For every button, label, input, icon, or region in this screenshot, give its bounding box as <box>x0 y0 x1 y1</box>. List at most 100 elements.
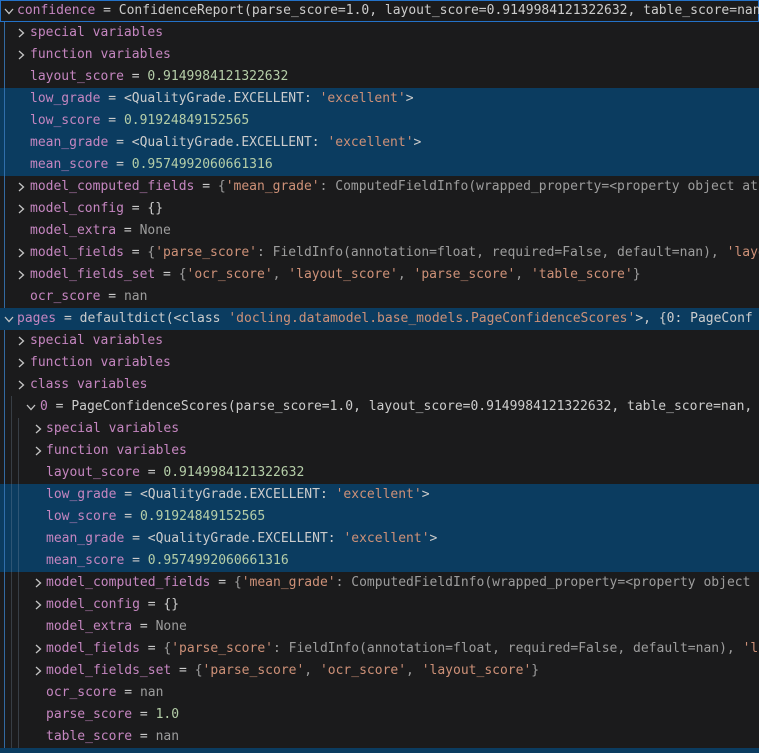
tree-row-parse_score[interactable]: parse_score = 1.0 <box>0 704 759 726</box>
chevron-down-icon[interactable] <box>1 311 17 327</box>
indent-guide <box>11 682 12 704</box>
chevron-down-icon[interactable] <box>23 399 39 415</box>
tree-row-ocr_score[interactable]: ocr_score = nan <box>0 286 759 308</box>
indent-guide <box>4 660 5 682</box>
chevron-right-icon[interactable] <box>30 663 46 679</box>
indent-guide <box>4 330 5 352</box>
row-content: model_extra = None <box>46 616 187 638</box>
tree-row-model_computed_fields[interactable]: model_computed_fields = {'mean_grade': C… <box>0 176 759 198</box>
tree-row-table_score[interactable]: table_score = nan <box>0 726 759 748</box>
tree-row-model_fields[interactable]: model_fields = {'parse_score': FieldInfo… <box>0 638 759 660</box>
variable-name: 0 <box>40 399 48 414</box>
row-content: pages = defaultdict(<class 'docling.data… <box>17 308 753 330</box>
chevron-right-icon[interactable] <box>13 47 29 63</box>
tree-row-layout_score[interactable]: layout_score = 0.9149984121322632 <box>0 462 759 484</box>
tree-row-partial[interactable] <box>0 748 759 753</box>
tree-row-specialvariables[interactable]: special variables <box>0 22 759 44</box>
row-content: model_fields = {'parse_score': FieldInfo… <box>30 242 759 264</box>
row-content: model_config = {} <box>46 594 179 616</box>
indent-guide <box>4 594 5 616</box>
tree-row-functionvariables[interactable]: function variables <box>0 44 759 66</box>
variable-name: mean_grade <box>30 135 108 150</box>
tree-row-low_grade[interactable]: low_grade = <QualityGrade.EXCELLENT: 'ex… <box>0 88 759 110</box>
variable-value-segment: 0.9149984121322632 <box>163 465 304 480</box>
indent-guide <box>4 66 5 88</box>
chevron-right-icon[interactable] <box>13 25 29 41</box>
indent-guide <box>4 638 5 660</box>
variable-name: low_grade <box>30 91 100 106</box>
row-content: class variables <box>30 374 147 396</box>
tree-row-model_config[interactable]: model_config = {} <box>0 198 759 220</box>
tree-row-model_extra[interactable]: model_extra = None <box>0 616 759 638</box>
chevron-right-icon[interactable] <box>30 443 46 459</box>
variable-value-segment: ConfidenceReport(parse_score=1.0, layout… <box>119 3 759 18</box>
indent-guide <box>11 440 12 462</box>
variable-value-segment: <QualityGrade.EXCELLENT: <box>140 487 336 502</box>
variable-value-segment: = <box>140 597 163 612</box>
indent-guide <box>18 572 19 594</box>
row-content: table_score = nan <box>46 726 179 748</box>
variable-name: confidence <box>17 3 95 18</box>
variable-value-segment: : ComputedFieldInfo(wrapped_property=<pr… <box>320 179 758 194</box>
variable-value-segment: : FieldInfo(annotation=float, required=F… <box>273 641 743 656</box>
variable-name: class variables <box>30 377 147 392</box>
tree-row-low_score[interactable]: low_score = 0.91924849152565 <box>0 110 759 132</box>
indent-guide <box>4 616 5 638</box>
chevron-right-icon[interactable] <box>30 597 46 613</box>
chevron-down-icon[interactable] <box>1 3 17 19</box>
chevron-right-icon[interactable] <box>13 333 29 349</box>
chevron-right-icon[interactable] <box>30 421 46 437</box>
variable-name: model_fields <box>30 245 124 260</box>
tree-row-0[interactable]: 0 = PageConfidenceScores(parse_score=1.0… <box>0 396 759 418</box>
tree-row-model_extra[interactable]: model_extra = None <box>0 220 759 242</box>
tree-row-low_grade[interactable]: low_grade = <QualityGrade.EXCELLENT: 'ex… <box>0 484 759 506</box>
tree-row-mean_score[interactable]: mean_score = 0.9574992060661316 <box>0 550 759 572</box>
tree-row-confidence[interactable]: confidence = ConfidenceReport(parse_scor… <box>0 0 759 22</box>
tree-row-model_config[interactable]: model_config = {} <box>0 594 759 616</box>
tree-row-mean_grade[interactable]: mean_grade = <QualityGrade.EXCELLENT: 'e… <box>0 132 759 154</box>
tree-row-mean_score[interactable]: mean_score = 0.9574992060661316 <box>0 154 759 176</box>
chevron-right-icon[interactable] <box>13 377 29 393</box>
row-content: 0 = PageConfidenceScores(parse_score=1.0… <box>40 396 759 418</box>
chevron-right-icon[interactable] <box>13 201 29 217</box>
indent-guide <box>11 726 12 748</box>
variables-tree: confidence = ConfidenceReport(parse_scor… <box>0 0 759 753</box>
variable-value-segment: : ComputedFieldInfo(wrapped_property=<pr… <box>336 575 759 590</box>
tree-row-model_fields_set[interactable]: model_fields_set = {'ocr_score', 'layout… <box>0 264 759 286</box>
variable-name: ocr_score <box>30 289 100 304</box>
chevron-right-icon[interactable] <box>13 245 29 261</box>
tree-row-low_score[interactable]: low_score = 0.91924849152565 <box>0 506 759 528</box>
chevron-right-icon[interactable] <box>30 641 46 657</box>
variable-value-segment: = <box>95 3 118 18</box>
chevron-right-icon[interactable] <box>13 179 29 195</box>
variable-name: low_score <box>46 509 116 524</box>
variable-name: mean_score <box>46 553 124 568</box>
row-content: special variables <box>30 330 163 352</box>
tree-row-model_fields[interactable]: model_fields = {'parse_score': FieldInfo… <box>0 242 759 264</box>
chevron-right-icon[interactable] <box>13 355 29 371</box>
tree-row-mean_grade[interactable]: mean_grade = <QualityGrade.EXCELLENT: 'e… <box>0 528 759 550</box>
tree-row-classvariables[interactable]: class variables <box>0 374 759 396</box>
tree-row-specialvariables[interactable]: special variables <box>0 330 759 352</box>
variable-value-segment: 'mean_grade' <box>226 179 320 194</box>
tree-row-layout_score[interactable]: layout_score = 0.9149984121322632 <box>0 66 759 88</box>
tree-row-model_computed_fields[interactable]: model_computed_fields = {'mean_grade': C… <box>0 572 759 594</box>
tree-row-functionvariables[interactable]: function variables <box>0 352 759 374</box>
variable-value-segment: = <box>48 399 71 414</box>
tree-row-model_fields_set[interactable]: model_fields_set = {'parse_score', 'ocr_… <box>0 660 759 682</box>
variable-value-segment: 'layout_score' <box>288 267 398 282</box>
variable-value-segment: nan <box>156 729 179 744</box>
variable-value-segment: None <box>156 619 187 634</box>
tree-row-pages[interactable]: pages = defaultdict(<class 'docling.data… <box>0 308 759 330</box>
variable-name: model_fields <box>46 641 140 656</box>
row-content: model_config = {} <box>30 198 163 220</box>
chevron-right-icon[interactable] <box>13 267 29 283</box>
chevron-right-icon[interactable] <box>30 575 46 591</box>
indent-guide <box>11 704 12 726</box>
row-content: model_fields_set = {'parse_score', 'ocr_… <box>46 660 539 682</box>
variable-value-segment: = <box>56 311 79 326</box>
tree-row-ocr_score[interactable]: ocr_score = nan <box>0 682 759 704</box>
variable-value-segment: , <box>398 267 414 282</box>
tree-row-specialvariables[interactable]: special variables <box>0 418 759 440</box>
tree-row-functionvariables[interactable]: function variables <box>0 440 759 462</box>
